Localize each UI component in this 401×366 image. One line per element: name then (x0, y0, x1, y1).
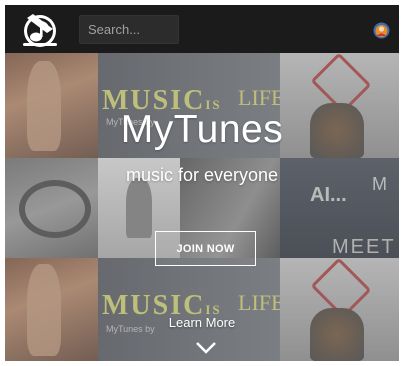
chevron-down-icon[interactable] (195, 341, 217, 355)
learn-more-link[interactable]: Learn More (5, 315, 399, 330)
search-input[interactable] (79, 15, 179, 44)
app-frame: MUSICIS LIFE MyTunes by AI... M MEET M (5, 5, 399, 361)
music-note-logo-icon[interactable] (17, 9, 63, 49)
hero-title: MyTunes (120, 108, 284, 151)
user-avatar-icon[interactable] (373, 22, 390, 39)
join-now-button[interactable]: JOIN NOW (155, 231, 256, 266)
hero-subtitle: music for everyone (125, 165, 279, 185)
top-navbar (5, 5, 399, 53)
